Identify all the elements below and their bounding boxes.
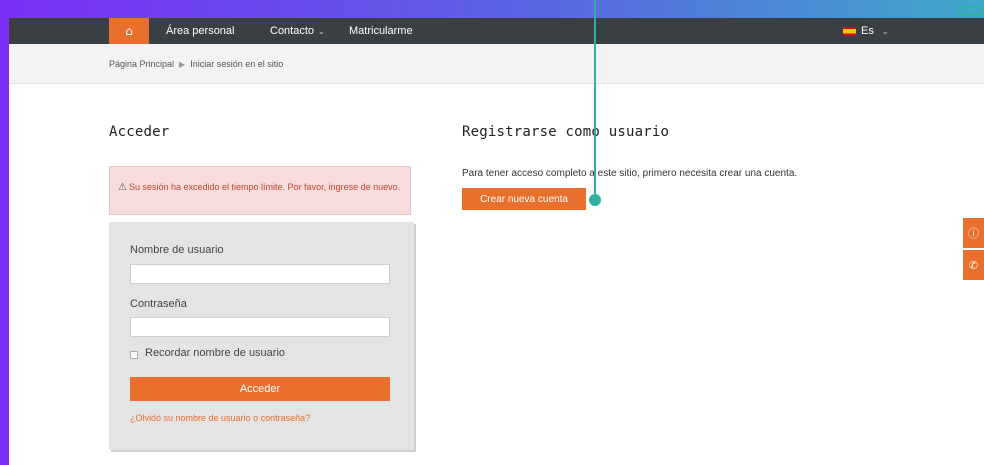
nav-link-label: Área personal xyxy=(166,25,235,37)
login-submit-button[interactable]: Acceder xyxy=(130,377,390,401)
warning-icon: ⚠ xyxy=(118,182,127,193)
annotation-marker xyxy=(958,6,984,16)
login-card: Nombre de usuario Contraseña Recordar no… xyxy=(109,222,414,450)
nav-link-label: Matricularme xyxy=(349,25,413,37)
register-description: Para tener acceso completo a este sitio,… xyxy=(462,168,798,179)
browser-viewport: ⌂ Área personal Contacto ⌄ Matricularme E… xyxy=(9,18,984,465)
forgot-credentials-link[interactable]: ¿Olvidó su nombre de usuario o contraseñ… xyxy=(130,413,310,423)
alert-text: Su sesión ha excedido el tiempo límite. … xyxy=(128,182,401,192)
info-icon: ⓘ xyxy=(968,227,979,240)
side-tab-phone[interactable]: ✆ xyxy=(963,250,984,280)
nav-link-label: Contacto xyxy=(270,25,315,37)
frame-left-border xyxy=(0,0,9,465)
username-label: Nombre de usuario xyxy=(130,244,224,256)
create-account-button[interactable]: Crear nueva cuenta xyxy=(462,188,586,210)
nav-link-matricularme[interactable]: Matricularme xyxy=(349,18,413,44)
language-selector[interactable]: Es ⌄ xyxy=(843,18,889,44)
spain-flag-icon xyxy=(843,26,856,36)
chevron-down-icon: ⌄ xyxy=(318,27,325,36)
nav-link-contacto[interactable]: Contacto ⌄ xyxy=(270,18,325,44)
breadcrumb-current[interactable]: Iniciar sesión en el sitio xyxy=(190,59,283,69)
nav-link-area-personal[interactable]: Área personal xyxy=(166,18,235,44)
phone-icon: ✆ xyxy=(968,258,979,272)
breadcrumb-separator-icon: ▶ xyxy=(179,60,186,69)
top-navbar: ⌂ Área personal Contacto ⌄ Matricularme E… xyxy=(9,18,984,44)
login-title: Acceder xyxy=(109,124,170,140)
register-title: Registrarse como usuario xyxy=(462,124,670,140)
side-tab-info[interactable]: ⓘ xyxy=(963,218,984,248)
username-input[interactable] xyxy=(130,264,390,284)
language-label: Es xyxy=(861,25,874,37)
nav-home-button[interactable]: ⌂ xyxy=(109,18,149,44)
remember-username-label[interactable]: Recordar nombre de usuario xyxy=(145,347,285,359)
breadcrumb: Página Principal ▶ Iniciar sesión en el si… xyxy=(109,44,283,84)
home-icon: ⌂ xyxy=(125,24,133,38)
password-label: Contraseña xyxy=(130,298,187,310)
breadcrumb-link-home[interactable]: Página Principal xyxy=(109,59,174,69)
annotation-pointer-dot xyxy=(589,194,601,206)
password-input[interactable] xyxy=(130,317,390,337)
breadcrumb-bar: Página Principal ▶ Iniciar sesión en el si… xyxy=(9,44,984,84)
remember-username-checkbox[interactable] xyxy=(130,351,138,359)
session-expired-alert: ⚠ Su sesión ha excedido el tiempo límite.… xyxy=(109,166,411,215)
frame-top-border xyxy=(0,0,984,18)
annotation-pointer-line xyxy=(594,0,596,200)
chevron-down-icon: ⌄ xyxy=(881,26,889,36)
